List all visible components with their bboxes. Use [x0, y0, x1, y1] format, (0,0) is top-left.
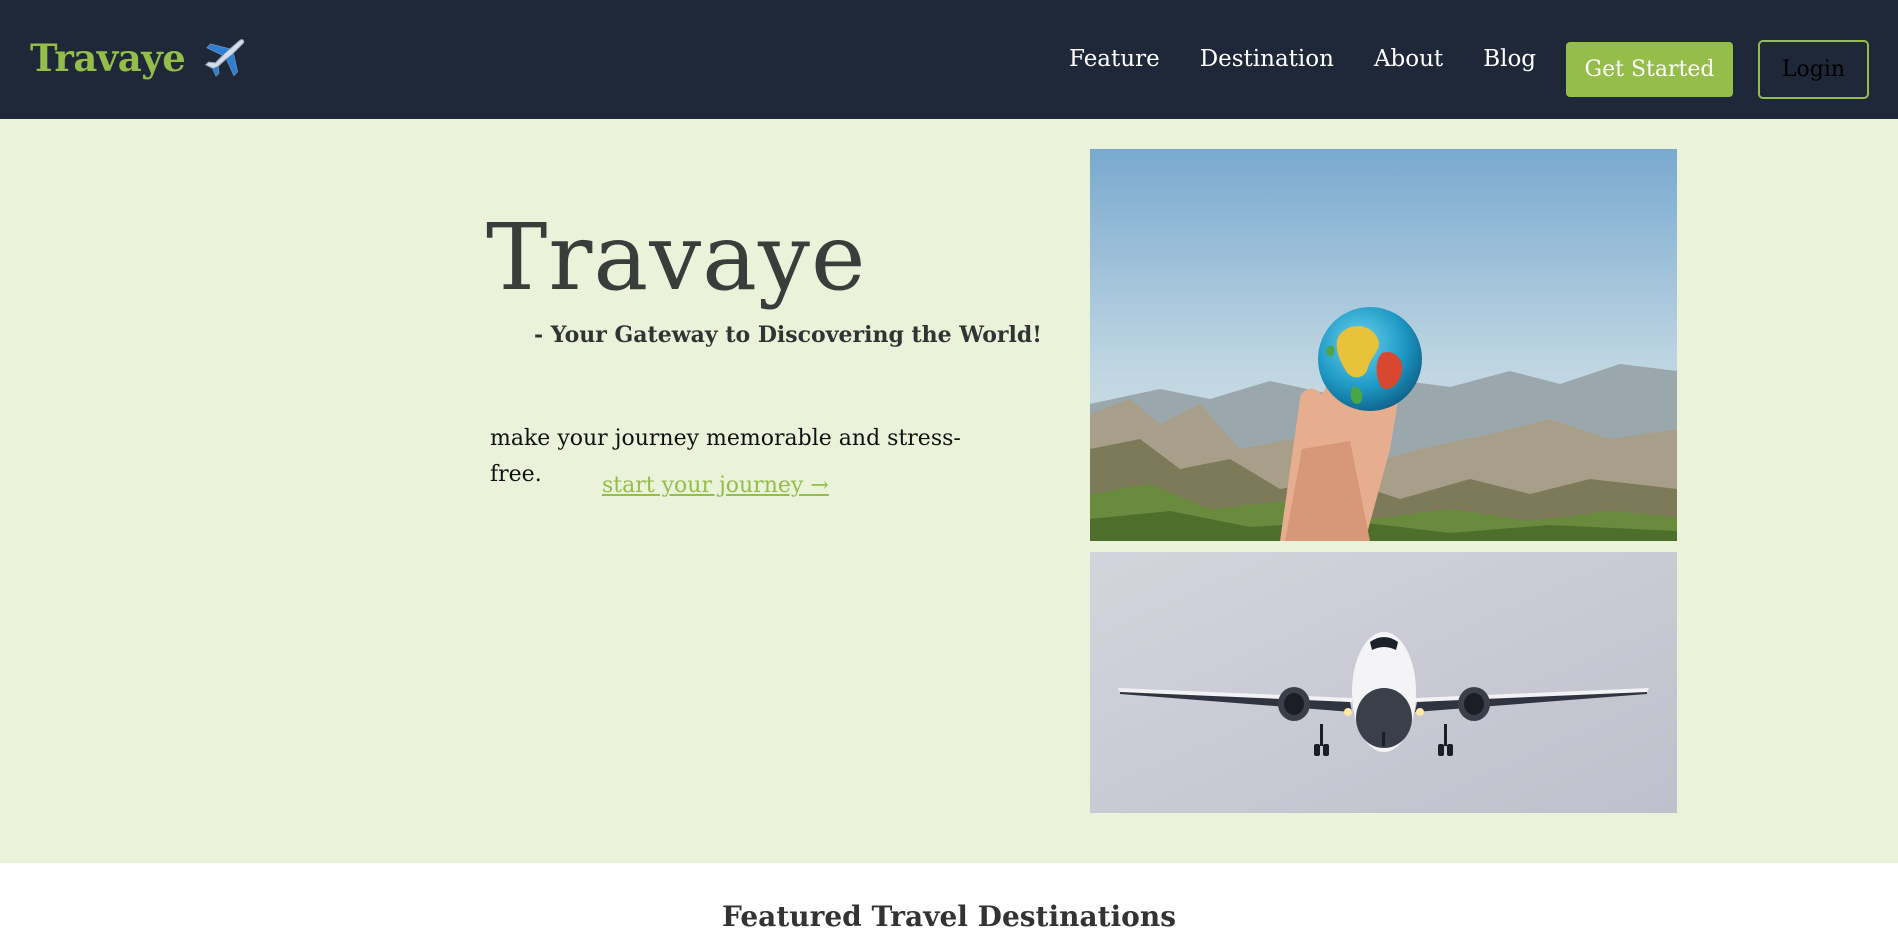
- globe-in-hand-photo: [1090, 149, 1677, 541]
- nav-link-feature[interactable]: Feature: [1069, 46, 1160, 72]
- brand-name: Travaye: [30, 36, 186, 80]
- nav-link-about[interactable]: About: [1374, 46, 1443, 72]
- airplane-icon: [205, 39, 245, 77]
- nav-link-destination[interactable]: Destination: [1200, 46, 1334, 72]
- navbar: Travaye Feature Destination About Blog G…: [0, 0, 1898, 119]
- hero-tagline: - Your Gateway to Discovering the World!: [534, 322, 1042, 348]
- brand-logo-link[interactable]: Travaye: [30, 36, 247, 80]
- login-button[interactable]: Login: [1758, 40, 1869, 99]
- hero-title: Travaye: [486, 204, 867, 311]
- airplane-photo: [1090, 552, 1677, 813]
- featured-destinations-heading: Featured Travel Destinations: [722, 900, 1176, 933]
- get-started-button[interactable]: Get Started: [1566, 42, 1733, 97]
- start-journey-link[interactable]: start your journey →: [602, 473, 829, 498]
- nav-link-blog[interactable]: Blog: [1483, 46, 1536, 72]
- main-nav: Feature Destination About Blog: [1069, 46, 1576, 72]
